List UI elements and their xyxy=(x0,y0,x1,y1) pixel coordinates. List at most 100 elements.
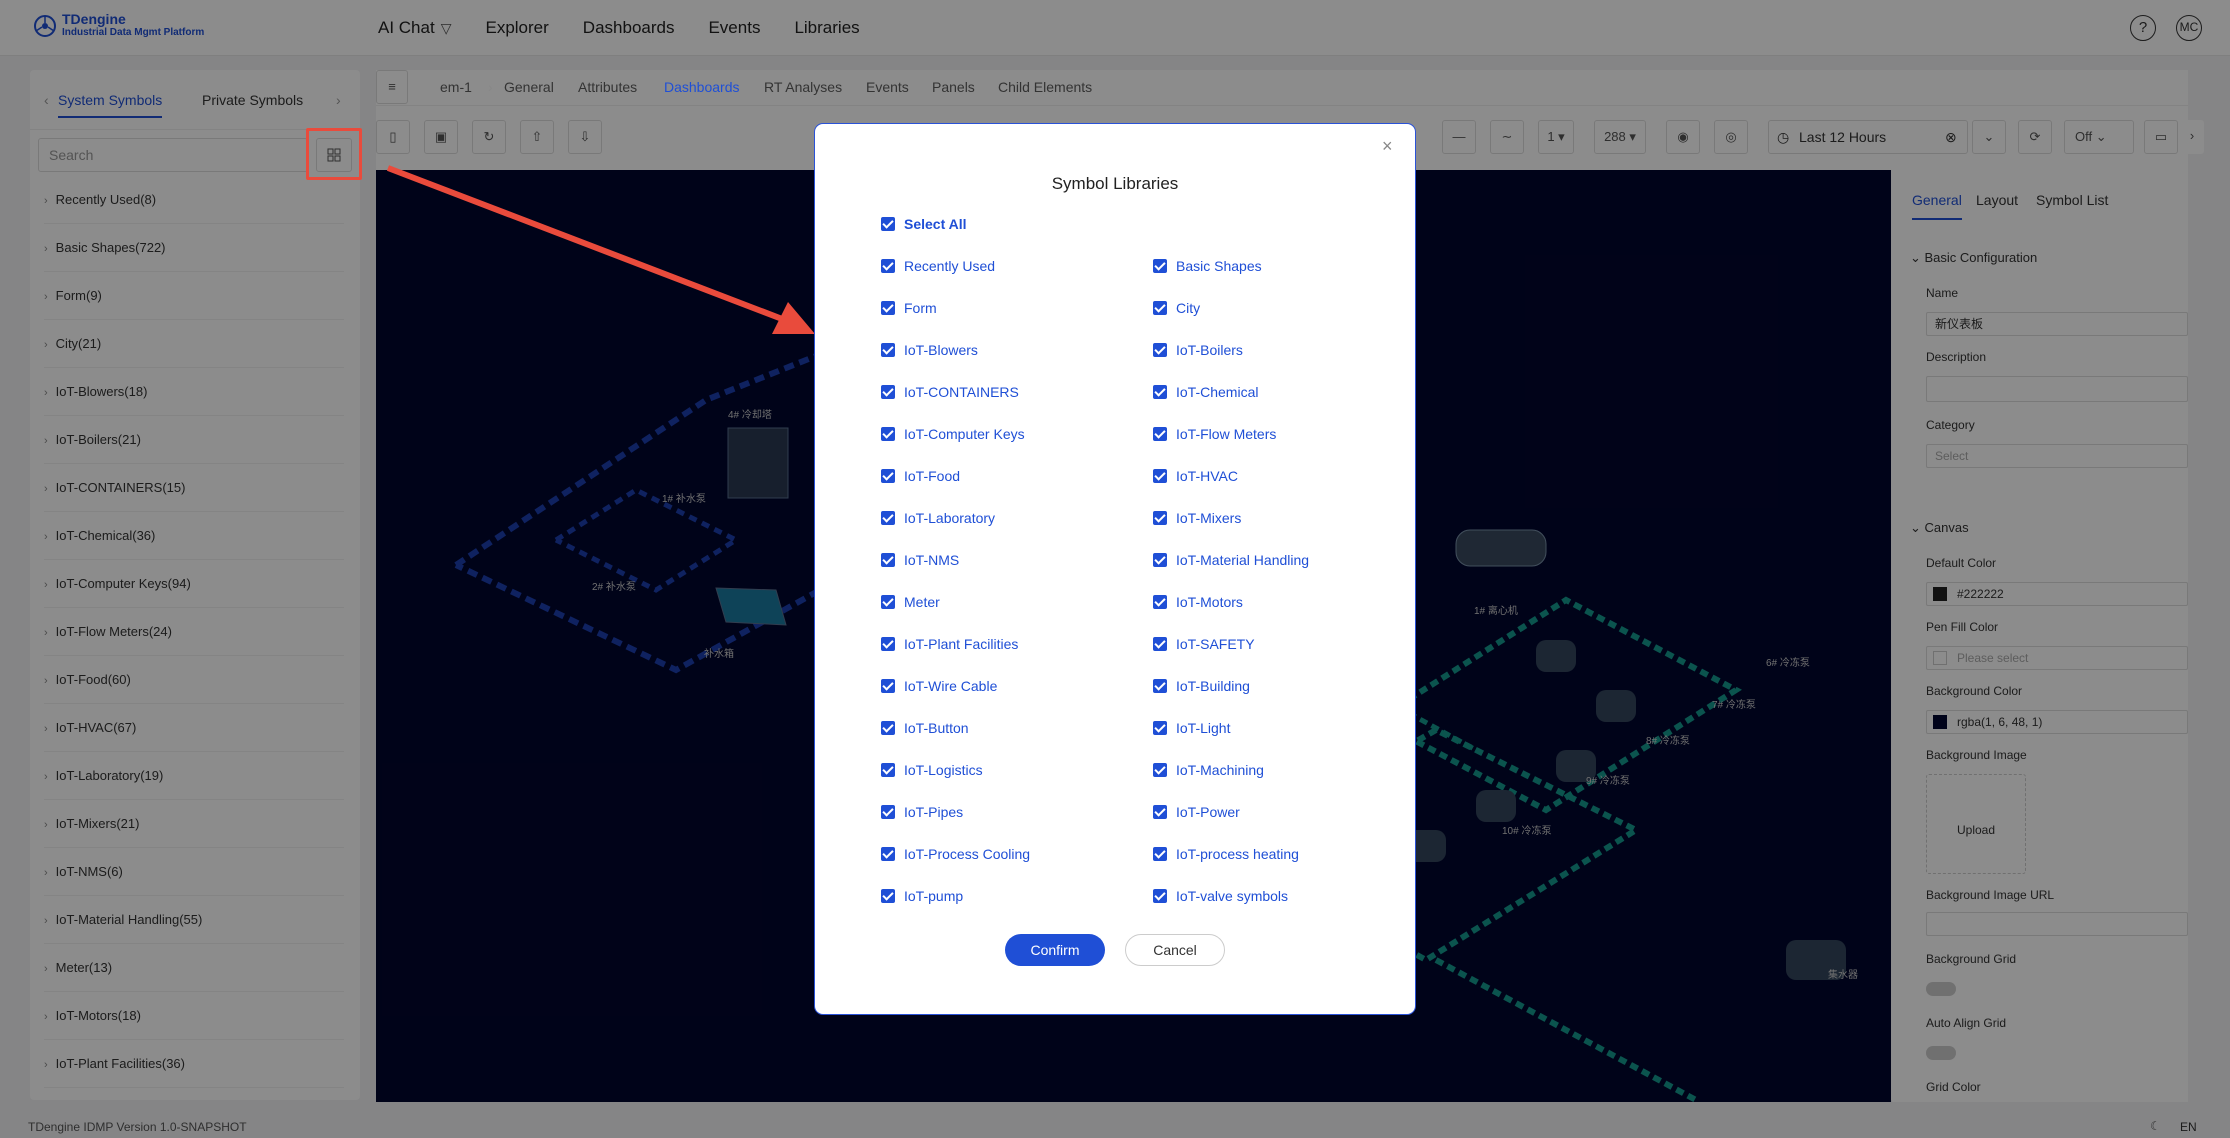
checkbox-checked-icon xyxy=(881,385,895,399)
library-checkbox-label: IoT-Material Handling xyxy=(1176,552,1310,568)
checkbox-checked-icon xyxy=(1153,595,1167,609)
checkbox-checked-icon xyxy=(881,847,895,861)
library-checkbox[interactable]: IoT-pump xyxy=(881,888,963,904)
library-checkbox[interactable]: IoT-Button xyxy=(881,720,969,736)
checkbox-checked-icon xyxy=(1153,679,1167,693)
library-checkbox[interactable]: IoT-Laboratory xyxy=(881,510,995,526)
checkbox-checked-icon xyxy=(881,595,895,609)
library-checkbox-label: IoT-Computer Keys xyxy=(904,426,1025,442)
library-checkbox[interactable]: IoT-Power xyxy=(1153,804,1240,820)
library-checkbox-label: IoT-Power xyxy=(1176,804,1240,820)
library-checkbox[interactable]: IoT-process heating xyxy=(1153,846,1299,862)
checkbox-checked-icon xyxy=(1153,763,1167,777)
library-checkbox-label: IoT-pump xyxy=(904,888,964,904)
library-checkbox[interactable]: IoT-Plant Facilities xyxy=(881,636,1018,652)
select-all-label: Select All xyxy=(904,216,967,232)
library-checkbox[interactable]: Basic Shapes xyxy=(1153,258,1262,274)
library-checkbox-label: IoT-Food xyxy=(904,468,961,484)
library-checkbox-label: IoT-Laboratory xyxy=(904,510,996,526)
highlight-box xyxy=(306,128,362,180)
checkbox-checked-icon xyxy=(1153,427,1167,441)
library-checkbox[interactable]: IoT-valve symbols xyxy=(1153,888,1288,904)
checkbox-checked-icon xyxy=(1153,511,1167,525)
library-checkbox[interactable]: IoT-Pipes xyxy=(881,804,963,820)
library-checkbox[interactable]: IoT-Material Handling xyxy=(1153,552,1309,568)
breadcrumb-tab[interactable]: Child Elements xyxy=(998,79,1092,95)
checkbox-checked-icon xyxy=(881,511,895,525)
library-checkbox[interactable]: IoT-Light xyxy=(1153,720,1230,736)
library-checkbox-label: IoT-Machining xyxy=(1176,762,1264,778)
library-checkbox-label: Basic Shapes xyxy=(1176,258,1262,274)
checkbox-checked-icon xyxy=(1153,301,1167,315)
library-checkbox[interactable]: IoT-Logistics xyxy=(881,762,983,778)
library-checkbox-label: IoT-Pipes xyxy=(904,804,964,820)
library-checkbox[interactable]: IoT-SAFETY xyxy=(1153,636,1255,652)
select-all-checkbox[interactable]: Select All xyxy=(881,216,967,232)
checkbox-checked-icon xyxy=(1153,805,1167,819)
checkbox-checked-icon xyxy=(1153,385,1167,399)
checkbox-checked-icon xyxy=(881,679,895,693)
symbol-libraries-dialog: × Symbol Libraries Select All Confirm Ca… xyxy=(815,124,1415,1014)
checkbox-checked-icon xyxy=(881,427,895,441)
breadcrumb-root[interactable]: em-1 xyxy=(440,79,472,95)
breadcrumb-tab[interactable]: Attributes xyxy=(578,79,637,95)
library-checkbox-label: IoT-Motors xyxy=(1176,594,1243,610)
library-checkbox-label: Form xyxy=(904,300,937,316)
library-checkbox[interactable]: IoT-Boilers xyxy=(1153,342,1243,358)
chevron-right-icon: › xyxy=(488,79,493,95)
library-checkbox[interactable]: IoT-Machining xyxy=(1153,762,1264,778)
library-checkbox[interactable]: IoT-Food xyxy=(881,468,960,484)
library-checkbox[interactable]: IoT-HVAC xyxy=(1153,468,1238,484)
library-checkbox[interactable]: IoT-Blowers xyxy=(881,342,978,358)
library-checkbox-label: IoT-Mixers xyxy=(1176,510,1242,526)
library-checkbox[interactable]: Form xyxy=(881,300,937,316)
library-checkbox[interactable]: IoT-NMS xyxy=(881,552,959,568)
confirm-button[interactable]: Confirm xyxy=(1005,934,1105,966)
library-checkbox[interactable]: City xyxy=(1153,300,1200,316)
checkbox-checked-icon xyxy=(1153,889,1167,903)
checkbox-checked-icon xyxy=(1153,637,1167,651)
checkbox-checked-icon xyxy=(881,259,895,273)
library-checkbox-label: Meter xyxy=(904,594,940,610)
breadcrumb-tab[interactable]: Events xyxy=(866,79,909,95)
checkbox-checked-icon xyxy=(881,721,895,735)
library-checkbox-label: IoT-Flow Meters xyxy=(1176,426,1277,442)
cancel-button[interactable]: Cancel xyxy=(1125,934,1225,966)
library-checkbox[interactable]: IoT-Building xyxy=(1153,678,1250,694)
library-checkbox-label: IoT-Button xyxy=(904,720,969,736)
library-checkbox[interactable]: IoT-CONTAINERS xyxy=(881,384,1019,400)
library-checkbox-label: City xyxy=(1176,300,1201,316)
breadcrumb-tab[interactable]: RT Analyses xyxy=(764,79,842,95)
checkbox-checked-icon xyxy=(1153,721,1167,735)
checkbox-checked-icon xyxy=(881,469,895,483)
library-checkbox[interactable]: Recently Used xyxy=(881,258,995,274)
close-icon[interactable]: × xyxy=(1382,136,1393,157)
library-checkbox-label: IoT-Wire Cable xyxy=(904,678,998,694)
checkbox-checked-icon xyxy=(881,805,895,819)
breadcrumb-tab[interactable]: Panels xyxy=(932,79,975,95)
library-checkbox[interactable]: IoT-Chemical xyxy=(1153,384,1258,400)
checkbox-checked-icon xyxy=(1153,343,1167,357)
checkbox-checked-icon xyxy=(881,553,895,567)
checkbox-checked-icon xyxy=(881,637,895,651)
library-checkbox-label: IoT-NMS xyxy=(904,552,960,568)
library-checkbox-label: IoT-Logistics xyxy=(904,762,983,778)
library-checkbox[interactable]: IoT-Motors xyxy=(1153,594,1243,610)
library-checkbox-label: IoT-Process Cooling xyxy=(904,846,1031,862)
library-checkbox-label: IoT-process heating xyxy=(1176,846,1299,862)
library-checkbox-label: IoT-HVAC xyxy=(1176,468,1238,484)
checkbox-checked-icon xyxy=(881,301,895,315)
library-checkbox-label: IoT-Building xyxy=(1176,678,1250,694)
library-checkbox[interactable]: IoT-Flow Meters xyxy=(1153,426,1276,442)
library-checkbox[interactable]: IoT-Mixers xyxy=(1153,510,1241,526)
library-checkbox[interactable]: IoT-Process Cooling xyxy=(881,846,1030,862)
library-checkbox[interactable]: IoT-Computer Keys xyxy=(881,426,1025,442)
breadcrumb-tab[interactable]: Dashboards xyxy=(664,79,740,95)
library-checkbox[interactable]: Meter xyxy=(881,594,940,610)
checkbox-checked-icon xyxy=(1153,469,1167,483)
library-checkbox[interactable]: IoT-Wire Cable xyxy=(881,678,997,694)
library-checkbox-label: IoT-Blowers xyxy=(904,342,978,358)
checkbox-checked-icon xyxy=(1153,259,1167,273)
checkbox-checked-icon xyxy=(881,889,895,903)
breadcrumb-tab[interactable]: General xyxy=(504,79,554,95)
